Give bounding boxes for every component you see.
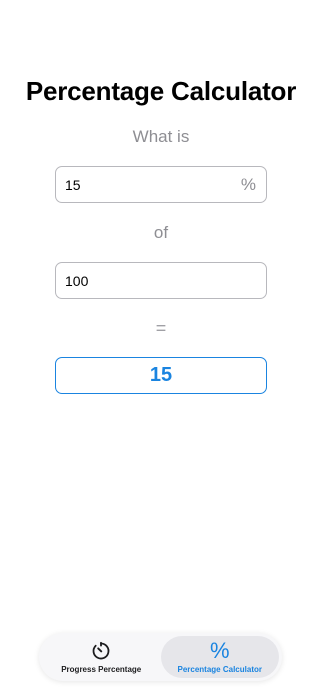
percent-input[interactable]: 15 %	[55, 166, 267, 203]
tab-percentage-calculator-label: Percentage Calculator	[177, 665, 262, 674]
tab-progress-percentage[interactable]: Progress Percentage	[42, 636, 161, 678]
percent-input-value: 15	[65, 176, 81, 193]
base-input-value: 100	[65, 272, 89, 289]
percent-icon: %	[209, 638, 230, 663]
of-label: of	[153, 223, 169, 242]
tab-progress-percentage-label: Progress Percentage	[61, 665, 142, 674]
timer-icon	[91, 640, 111, 662]
base-value-input[interactable]: 100	[55, 262, 267, 299]
screen: Percentage Calculator What is 15 % of 10…	[0, 0, 322, 696]
what-is-label: What is	[132, 127, 190, 146]
percent-suffix: %	[240, 174, 256, 194]
tab-percentage-calculator[interactable]: % Percentage Calculator	[160, 636, 279, 678]
result-field: 15	[55, 357, 267, 394]
tab-bar: Progress Percentage % Percentage Calcula…	[39, 633, 282, 681]
page-title: Percentage Calculator	[25, 76, 297, 106]
result-value: 15	[149, 364, 173, 386]
equals-label: =	[155, 318, 167, 338]
